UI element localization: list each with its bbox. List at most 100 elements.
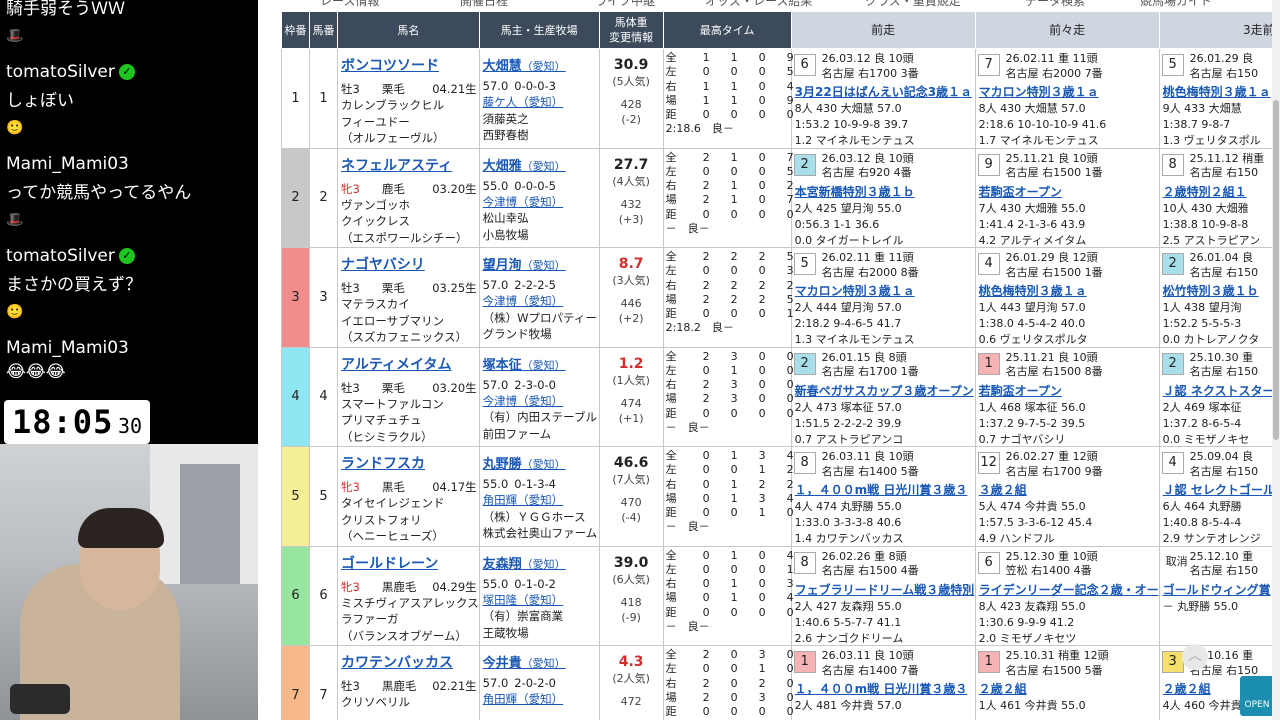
finish-position: 8 [793, 551, 816, 574]
horse-name-link[interactable]: アルティメイタム [341, 354, 479, 374]
record-value: 0 [702, 406, 710, 420]
nav-item[interactable]: ライブ中継 [595, 0, 655, 9]
record-label: 全 [665, 349, 677, 363]
nav-item[interactable]: クラス・重賞競走 [865, 0, 961, 9]
win-odds: 27.7 [613, 156, 649, 173]
jockey-name[interactable]: 大畑雅 [483, 159, 522, 174]
nav-item[interactable]: オッズ・レース結果 [705, 0, 812, 9]
nav-item[interactable]: 開催日程 [460, 0, 508, 9]
jockey-area[interactable]: （愛知） [522, 359, 566, 372]
record-value: 0 [786, 207, 794, 221]
jockey-area[interactable]: （愛知） [522, 259, 566, 272]
chat-username[interactable]: tomatoSilver ✓ [6, 246, 135, 266]
trainer-link[interactable]: 今津博（愛知） [480, 194, 599, 210]
record-value: 2 [758, 278, 766, 292]
race-title-link[interactable]: ライデンリーダー記念２歳・オー [979, 581, 1159, 598]
race-title-link[interactable]: ２歳特別２組１ [1163, 183, 1247, 200]
jockey-area[interactable]: （愛知） [522, 160, 566, 173]
race-title-link[interactable]: ３歳２組 [979, 481, 1027, 498]
body-weight-change: (+2) [618, 312, 644, 325]
horse-name-link[interactable]: ゴールドレーン [341, 553, 479, 573]
header-prev3[interactable]: 3走前 [1158, 11, 1280, 49]
trainer-link[interactable]: 角田輝（愛知） [480, 492, 599, 508]
popularity: (1人気) [612, 373, 650, 387]
jockey-name[interactable]: 丸野勝 [483, 457, 522, 472]
vertical-scrollbar[interactable] [1272, 0, 1280, 720]
race-title-link[interactable]: １，４００m戦 日光川賞３歳３ [795, 680, 968, 697]
record-value: 0 [702, 449, 710, 462]
race-title-link[interactable]: 松竹特別３歳１ｂ [1163, 282, 1259, 299]
race-detail-line: 1.4 カワテンバッカス [794, 532, 904, 545]
jockey-link[interactable]: 塚本征（愛知） [483, 354, 599, 373]
jockey-name[interactable]: 望月洵 [483, 258, 522, 273]
record-label: 左 [665, 662, 677, 676]
jockey-link[interactable]: 大畑雅（愛知） [483, 155, 599, 174]
jockey-link[interactable]: 望月洵（愛知） [483, 254, 599, 273]
race-info: 26.01.29 良名古屋 右150 [1190, 52, 1259, 81]
race-title-link[interactable]: 若駒盃オープン [979, 382, 1062, 399]
record-value: 0 [702, 108, 710, 122]
race-title-link[interactable]: 3月22日はばんえい記念3歳１ａ [795, 83, 972, 100]
jockey-name[interactable]: 今井貴 [483, 656, 522, 671]
trainer-link[interactable]: 角田輝（愛知） [480, 691, 599, 707]
nav-item[interactable]: レース情報 [320, 0, 379, 9]
horse-cell: ボンコツソード 牡3 栗毛 04.21生 カレンブラックヒル フィーユドー （オルフェーヴル… [337, 48, 480, 149]
sex-age-coat: 牡3 黒鹿毛 02.21生 [338, 678, 479, 694]
record-values: 0 0 1 2 [682, 463, 794, 477]
race-date: 25.10.31 稍重 12頭 [1005, 649, 1109, 662]
race-title-link[interactable]: 桃色梅特別３歳１ａ [979, 282, 1087, 299]
jockey-area[interactable]: （愛知） [522, 458, 566, 471]
open-badge-button[interactable]: OPEN [1240, 676, 1274, 716]
header-prev1[interactable]: 前走 [790, 11, 976, 49]
race-title-link[interactable]: マカロン特別３歳１ａ [979, 83, 1099, 100]
jockey-link[interactable]: 大畑慧（愛知） [483, 55, 599, 74]
race-title-link[interactable]: ２歳２組 [1163, 680, 1211, 697]
record-values: 2 3 0 0 [682, 392, 794, 406]
popularity: (3人気) [612, 274, 650, 287]
horse-name-link[interactable]: ランドフスカ [341, 453, 479, 473]
horse-name-link[interactable]: カワテンバッカス [341, 652, 479, 672]
race-title-link[interactable]: 桃色梅特別３歳１ａ [1163, 83, 1271, 100]
jockey-area[interactable]: （愛知） [522, 657, 566, 670]
scrollbar-thumb[interactable] [1273, 100, 1279, 440]
jockey-name[interactable]: 塚本征 [483, 358, 522, 373]
race-title-link[interactable]: １，４００m戦 日光川賞３歳３ [795, 481, 968, 498]
race-title-link[interactable]: ２歳２組 [979, 680, 1027, 697]
race-title-link[interactable]: Ｊ認 ネクストスター [1163, 382, 1275, 399]
race-date: 26.02.26 重 8頭 [821, 549, 907, 563]
race-title-link[interactable]: Ｊ認 セレクトゴール [1163, 481, 1275, 498]
race-title-link[interactable]: ゴールドウィング賞 [1163, 581, 1271, 598]
horse-name-link[interactable]: ナゴヤバシリ [341, 254, 479, 274]
race-title-link[interactable]: フェブラリードリーム戦３歳特別 [795, 581, 975, 598]
trainer-link[interactable]: 塚田隆（愛知） [480, 592, 599, 608]
trainer-link[interactable]: 藤ケ人（愛知） [480, 94, 599, 110]
coat-color: 栗毛 [381, 380, 405, 395]
scroll-top-button[interactable]: ︿ [1182, 644, 1208, 670]
jockey-link[interactable]: 友森翔（愛知） [483, 553, 599, 572]
chat-username[interactable]: tomatoSilver ✓ [6, 62, 135, 82]
horse-name-link[interactable]: ボンコツソード [341, 55, 479, 75]
carried-weight: 55.0 [482, 477, 509, 491]
chat-username[interactable]: Mami_Mami03 [6, 338, 129, 358]
trainer-link[interactable]: 今津博（愛知） [480, 393, 599, 409]
jockey-link[interactable]: 丸野勝（愛知） [483, 453, 599, 472]
race-title-link[interactable]: 若駒盃オープン [979, 183, 1062, 200]
jockey-name[interactable]: 友森翔 [483, 557, 522, 572]
record-value: 0 [786, 349, 794, 363]
race-title-link[interactable]: 本宮新橋特別３歳１ｂ [795, 183, 915, 200]
trainer-link[interactable]: 今津博（愛知） [480, 293, 599, 309]
record-value: 0 [786, 662, 794, 676]
race-title-link[interactable]: マカロン特別３歳１ａ [795, 282, 915, 299]
chat-username[interactable]: Mami_Mami03 [6, 154, 129, 174]
jockey-area[interactable]: （愛知） [522, 558, 566, 571]
jockey-area[interactable]: （愛知） [522, 60, 566, 73]
race-detail-line: 2人 469 塚本征 [1162, 400, 1242, 414]
nav-item[interactable]: データ検索 [1025, 0, 1085, 9]
jockey-name[interactable]: 大畑慧 [483, 59, 522, 74]
nav-item[interactable]: 競馬場ガイド [1140, 0, 1212, 9]
race-title-link[interactable]: 新春ペガサスカップ３歳オープン [795, 382, 974, 399]
header-prev2[interactable]: 前々走 [974, 11, 1160, 49]
race-course: 名古屋 右150 [1189, 265, 1259, 279]
horse-name-link[interactable]: ネフェルアスティ [341, 155, 479, 175]
jockey-link[interactable]: 今井貴（愛知） [483, 652, 599, 671]
